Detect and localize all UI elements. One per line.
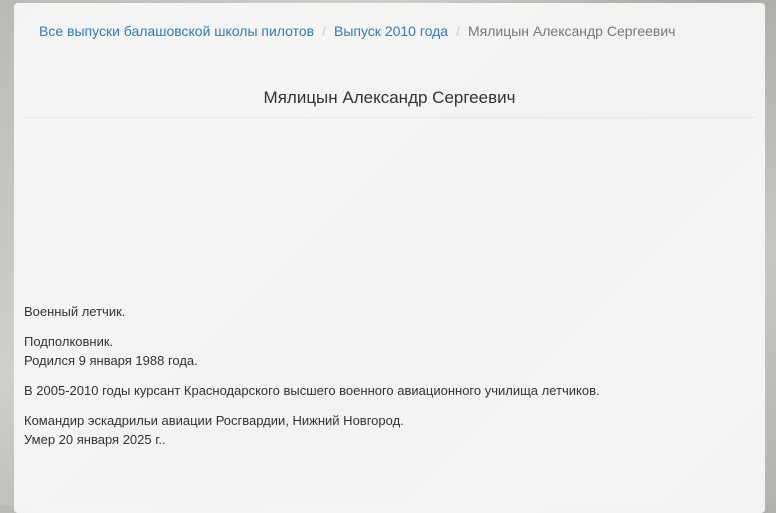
bio-paragraph: Военный летчик. bbox=[24, 304, 126, 319]
breadcrumb-current: Мялицын Александр Сергеевич bbox=[467, 23, 676, 39]
breadcrumb-class-2010-link[interactable]: Выпуск 2010 года bbox=[334, 23, 448, 39]
bio-death: Умер 20 января 2025 г.. bbox=[24, 432, 166, 447]
bio-rank: Подполковник. bbox=[24, 334, 114, 349]
bio-birth: Родился 9 января 1988 года. bbox=[24, 353, 198, 368]
biography: Военный летчик. Подполковник. Родился 9 я… bbox=[24, 302, 600, 460]
breadcrumb: Все выпуски балашовской школы пилотов / Вы… bbox=[39, 23, 675, 39]
breadcrumb-separator: / bbox=[322, 23, 326, 39]
divider bbox=[24, 117, 755, 118]
breadcrumb-all-graduates-link[interactable]: Все выпуски балашовской школы пилотов bbox=[39, 23, 314, 39]
bio-paragraph: В 2005-2010 годы курсант Краснодарского … bbox=[24, 383, 600, 398]
content-panel: Все выпуски балашовской школы пилотов / Вы… bbox=[14, 3, 765, 513]
bio-paragraph: Подполковник. Родился 9 января 1988 года. bbox=[24, 332, 600, 370]
page-title: Мялицын Александр Сергеевич bbox=[263, 88, 516, 107]
bio-paragraph: Командир эскадрильи авиации Росгвардии, … bbox=[24, 411, 600, 449]
breadcrumb-separator: / bbox=[456, 23, 460, 39]
bio-position: Командир эскадрильи авиации Росгвардии, … bbox=[24, 413, 404, 428]
